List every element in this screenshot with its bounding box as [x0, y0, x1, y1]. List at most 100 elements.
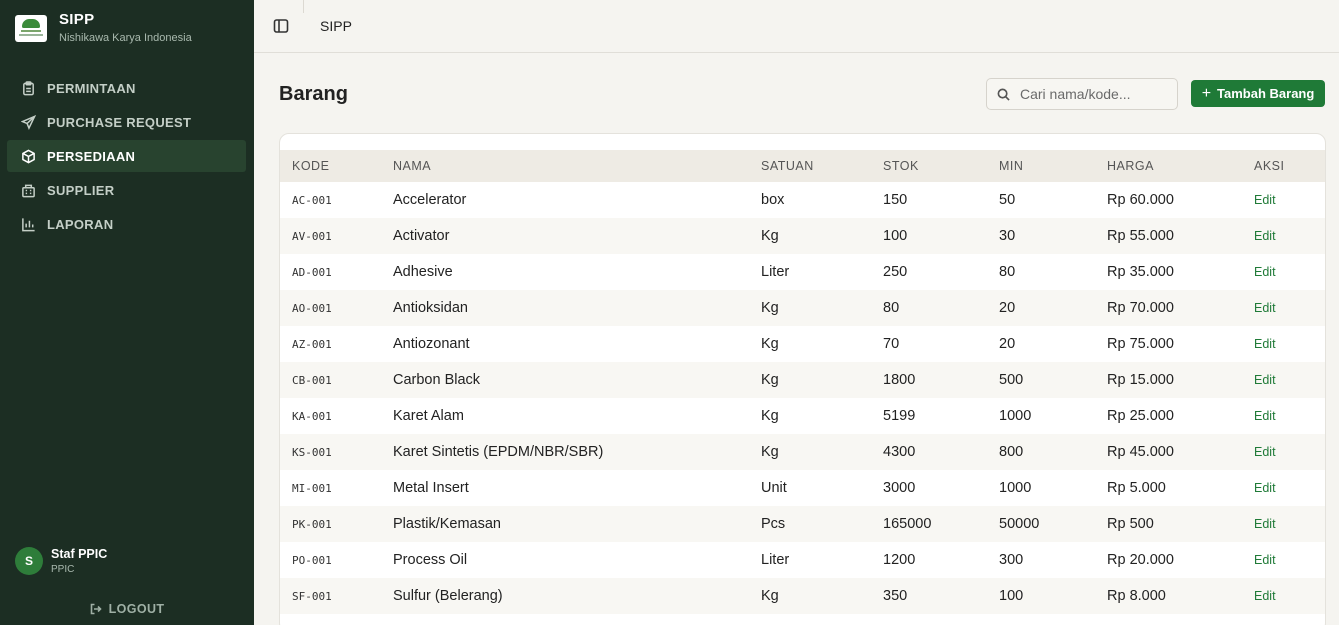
- item-unit: Kg: [761, 408, 779, 424]
- add-item-button[interactable]: + Tambah Barang: [1191, 80, 1325, 107]
- item-name: Adhesive: [393, 264, 453, 280]
- action-cell: Edit: [1242, 470, 1325, 506]
- user-profile[interactable]: S Staf PPIC PPIC: [15, 547, 107, 575]
- item-unit: box: [761, 192, 785, 208]
- edit-link[interactable]: Edit: [1254, 373, 1276, 387]
- item-price: Rp 500: [1107, 516, 1154, 532]
- edit-link[interactable]: Edit: [1254, 481, 1276, 495]
- item-price: Rp 8.000: [1107, 588, 1166, 604]
- table-row: MI-001 Metal Insert Unit 3000 1000 Rp 5.000 Ed…: [280, 470, 1325, 506]
- edit-link[interactable]: Edit: [1254, 301, 1276, 315]
- search-input[interactable]: [1020, 86, 1170, 102]
- action-cell: Edit: [1242, 182, 1325, 218]
- item-unit: Kg: [761, 336, 779, 352]
- sidebar-nav: PERMINTAAN PURCHASE REQUEST PERSEDIAAN S…: [7, 72, 246, 242]
- action-cell: Edit: [1242, 362, 1325, 398]
- item-name: Metal Insert: [393, 480, 469, 496]
- action-cell: Edit: [1242, 434, 1325, 470]
- edit-link[interactable]: Edit: [1254, 517, 1276, 531]
- action-cell: Edit: [1242, 290, 1325, 326]
- item-code: MI-001: [292, 481, 332, 495]
- column-header-harga[interactable]: HARGA: [1095, 150, 1242, 182]
- sidebar-item-label: SUPPLIER: [47, 182, 115, 198]
- edit-link[interactable]: Edit: [1254, 409, 1276, 423]
- header-title: SIPP: [320, 18, 352, 34]
- table-row: PO-001 Process Oil Liter 1200 300 Rp 20.000 Ed…: [280, 542, 1325, 578]
- items-table-card: KODE NAMA SATUAN STOK MIN HARGA AKSI AC-…: [279, 133, 1326, 625]
- action-cell: Edit: [1242, 326, 1325, 362]
- add-item-label: Tambah Barang: [1217, 86, 1315, 101]
- user-name: Staf PPIC: [51, 547, 108, 561]
- item-stock: 3000: [883, 480, 916, 496]
- edit-link[interactable]: Edit: [1254, 193, 1276, 207]
- item-name: Activator: [393, 228, 450, 244]
- column-header-min[interactable]: MIN: [987, 150, 1095, 182]
- item-name: Sulfur (Belerang): [393, 588, 503, 604]
- logout-button[interactable]: LOGOUT: [0, 602, 254, 616]
- item-price: Rp 70.000: [1107, 300, 1174, 316]
- sidebar-item-permintaan[interactable]: PERMINTAAN: [7, 72, 246, 104]
- item-unit: Kg: [761, 300, 779, 316]
- item-code: PK-001: [292, 517, 332, 531]
- item-unit: Pcs: [761, 516, 786, 532]
- item-price: Rp 55.000: [1107, 228, 1174, 244]
- table-row: KS-001 Karet Sintetis (EPDM/NBR/SBR) Kg 430…: [280, 434, 1325, 470]
- item-min: 20: [999, 300, 1016, 316]
- edit-link[interactable]: Edit: [1254, 445, 1276, 459]
- item-price: Rp 60.000: [1107, 192, 1174, 208]
- brand[interactable]: SIPP Nishikawa Karya Indonesia: [15, 12, 192, 44]
- sidebar-item-supplier[interactable]: SUPPLIER: [7, 174, 246, 206]
- sidebar-item-purchase-request[interactable]: PURCHASE REQUEST: [7, 106, 246, 138]
- item-stock: 80: [883, 300, 900, 316]
- header-divider: [303, 0, 304, 13]
- item-code: AC-001: [292, 193, 332, 207]
- table-row: CB-001 Carbon Black Kg 1800 500 Rp 15.000 Edit: [280, 362, 1325, 398]
- item-name: Antioksidan: [393, 300, 468, 316]
- box-icon: [20, 148, 36, 164]
- sidebar-item-label: PERMINTAAN: [47, 80, 136, 96]
- item-min: 1000: [999, 408, 1032, 424]
- edit-link[interactable]: Edit: [1254, 337, 1276, 351]
- item-unit: Kg: [761, 588, 779, 604]
- table-row: PK-001 Plastik/Kemasan Pcs 165000 50000 Rp 50…: [280, 506, 1325, 542]
- item-min: 800: [999, 444, 1024, 460]
- sidebar-item-persediaan[interactable]: PERSEDIAAN: [7, 140, 246, 172]
- item-code: KA-001: [292, 409, 332, 423]
- edit-link[interactable]: Edit: [1254, 229, 1276, 243]
- item-code: AZ-001: [292, 337, 332, 351]
- item-code: AD-001: [292, 265, 332, 279]
- company-logo: [15, 15, 47, 42]
- item-name: Antiozonant: [393, 336, 470, 352]
- table-row: SF-001 Sulfur (Belerang) Kg 350 100 Rp 8.000 E…: [280, 578, 1325, 614]
- item-min: 300: [999, 552, 1024, 568]
- item-price: Rp 45.000: [1107, 444, 1174, 460]
- table-row: KA-001 Karet Alam Kg 5199 1000 Rp 25.000 Edit: [280, 398, 1325, 434]
- column-header-satuan[interactable]: SATUAN: [749, 150, 871, 182]
- item-price: Rp 20.000: [1107, 552, 1174, 568]
- item-stock: 100: [883, 228, 908, 244]
- logout-icon: [90, 603, 102, 615]
- sidebar-item-laporan[interactable]: LAPORAN: [7, 208, 246, 240]
- column-header-stok[interactable]: STOK: [871, 150, 987, 182]
- column-header-nama[interactable]: NAMA: [381, 150, 749, 182]
- action-cell: Edit: [1242, 218, 1325, 254]
- sidebar-toggle-button[interactable]: [273, 18, 289, 34]
- item-unit: Liter: [761, 552, 790, 568]
- item-name: Process Oil: [393, 552, 468, 568]
- send-icon: [20, 114, 36, 130]
- edit-link[interactable]: Edit: [1254, 553, 1276, 567]
- item-code: KS-001: [292, 445, 332, 459]
- sidebar: SIPP Nishikawa Karya Indonesia PERMINTAA…: [0, 0, 254, 625]
- item-unit: Kg: [761, 444, 779, 460]
- logout-label: LOGOUT: [108, 602, 165, 616]
- sidebar-item-label: PURCHASE REQUEST: [47, 114, 192, 130]
- search-box[interactable]: [986, 78, 1178, 110]
- item-min: 80: [999, 264, 1016, 280]
- edit-link[interactable]: Edit: [1254, 589, 1276, 603]
- items-table: KODE NAMA SATUAN STOK MIN HARGA AKSI AC-…: [280, 150, 1325, 614]
- edit-link[interactable]: Edit: [1254, 265, 1276, 279]
- top-bar: SIPP: [254, 0, 1339, 53]
- item-min: 100: [999, 588, 1024, 604]
- column-header-kode[interactable]: KODE: [280, 150, 381, 182]
- action-cell: Edit: [1242, 506, 1325, 542]
